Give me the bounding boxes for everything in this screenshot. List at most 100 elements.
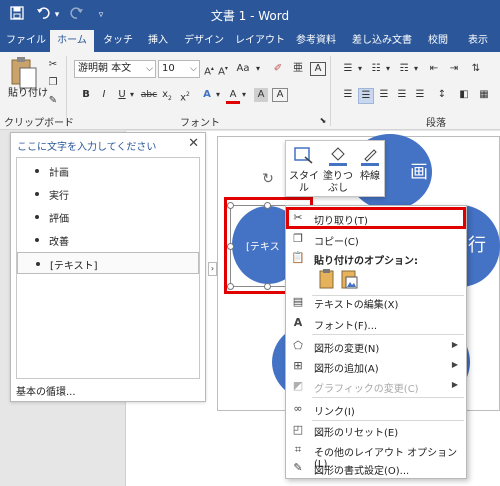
bullet-icon (36, 262, 40, 266)
font-group-label: フォント (180, 118, 220, 129)
line-spacing-icon[interactable]: ↕ (434, 88, 450, 102)
cut-icon[interactable]: ✂ (46, 58, 60, 72)
menu-item-edit-text[interactable]: ▤ テキストの編集(X) (286, 292, 466, 312)
shape-outline-label: 枠線 (360, 171, 380, 182)
sort-icon[interactable]: ⇅ (468, 62, 484, 76)
menu-separator (312, 397, 464, 398)
text-pane-toggle-icon[interactable]: › (208, 262, 217, 276)
menu-item-label: フォント(F)... (314, 321, 378, 332)
context-menu: ✂ 切り取り(T) ❐ コピー(C) 📋 貼り付けのオプション: ▤ テキストの… (285, 205, 467, 479)
chevron-down-icon[interactable]: ▾ (128, 88, 136, 102)
tab-file[interactable]: ファイル (4, 30, 48, 52)
shape-fill-label: 塗りつぶし (322, 171, 354, 194)
list-item-selected[interactable]: [テキスト] (17, 252, 199, 274)
paste-keep-formatting-icon[interactable] (318, 268, 336, 289)
close-icon[interactable]: ✕ (188, 136, 199, 151)
copy-icon[interactable]: ❐ (46, 76, 60, 90)
shape-style-button[interactable]: スタイル (288, 145, 320, 194)
menu-item-change-shape[interactable]: ⬠ 図形の変更(N) ▶ (286, 336, 466, 356)
menu-item-add-shape[interactable]: ⊞ 図形の追加(A) ▶ (286, 356, 466, 376)
chevron-down-icon[interactable]: ▾ (412, 62, 420, 76)
tab-mailings[interactable]: 差し込み文書 (344, 30, 420, 52)
font-size-combo[interactable]: 10 ⌵ (158, 60, 200, 78)
underline-icon[interactable]: U (116, 88, 128, 102)
menu-item-label: コピー(C) (314, 237, 359, 248)
tab-view[interactable]: 表示 (458, 30, 498, 52)
menu-item-format-shape[interactable]: ✎ 図形の書式設定(O)... (286, 458, 466, 478)
rotate-handle-icon[interactable]: ↻ (260, 172, 276, 186)
paste-picture-icon[interactable] (340, 268, 358, 289)
menu-item-copy[interactable]: ❐ コピー(C) (286, 229, 466, 249)
menu-item-reset-shape[interactable]: ◰ 図形のリセット(E) (286, 420, 466, 440)
paragraph-group-label: 段落 (426, 118, 446, 129)
shrink-font-icon[interactable]: A▾ (216, 62, 230, 79)
layout-description-link[interactable]: 基本の循環... (16, 383, 200, 399)
menu-item-link[interactable]: ∞ リンク(I) (286, 399, 466, 419)
phonetic-guide-icon[interactable]: 亜 (290, 62, 306, 76)
tab-layout[interactable]: レイアウト (232, 30, 288, 52)
font-dialog-launcher-icon[interactable]: ⬊ (318, 114, 328, 128)
subscript-icon[interactable]: x2 (160, 88, 174, 106)
grow-font-icon[interactable]: A▴ (202, 62, 216, 79)
shape-outline-button[interactable]: 枠線 (354, 145, 386, 193)
chevron-down-icon[interactable]: ▾ (384, 62, 392, 76)
tab-review[interactable]: 校閲 (420, 30, 456, 52)
font-color-icon[interactable]: A (226, 88, 240, 104)
smartart-circle-right-text: 行 (468, 235, 486, 256)
align-left-icon[interactable]: ☰ (340, 88, 356, 102)
shading-icon[interactable]: ◧ (456, 88, 472, 102)
bullet-icon (35, 169, 39, 173)
menu-item-label: 図形の書式設定(O)... (314, 466, 410, 477)
bullets-icon[interactable]: ☰ (340, 62, 356, 76)
ribbon-tabs: ファイル ホーム タッチ 挿入 デザイン レイアウト 参考資料 差し込み文書 校… (0, 30, 500, 52)
list-item[interactable]: 改善 (17, 229, 199, 251)
strikethrough-icon[interactable]: abc (140, 88, 158, 102)
chevron-down-icon[interactable]: ▾ (356, 62, 364, 76)
tab-touch[interactable]: タッチ (98, 30, 138, 52)
tab-references[interactable]: 参考資料 (290, 30, 342, 52)
chevron-down-icon[interactable]: ▾ (214, 88, 222, 102)
enclose-characters-icon[interactable]: A (310, 62, 326, 76)
distributed-icon[interactable]: ☰ (412, 88, 428, 102)
list-item[interactable]: 計画 (17, 160, 199, 182)
numbering-icon[interactable]: ☷ (368, 62, 384, 76)
window-title: 文書 1 - Word (210, 9, 290, 23)
tab-design[interactable]: デザイン (178, 30, 230, 52)
shape-fill-button[interactable]: 塗りつぶし (322, 145, 354, 194)
text-effects-icon[interactable]: A (200, 88, 214, 102)
paste-button[interactable]: 貼り付け (8, 84, 48, 99)
align-right-icon[interactable]: ☰ (376, 88, 392, 102)
chevron-down-icon[interactable]: ▾ (240, 88, 248, 102)
align-center-icon[interactable]: ☰ (358, 88, 374, 104)
paste-icon: 📋 (291, 251, 305, 264)
format-painter-icon[interactable]: ✎ (46, 94, 60, 108)
multilevel-list-icon[interactable]: ☶ (396, 62, 412, 76)
bold-icon[interactable]: B (80, 88, 92, 102)
borders-icon[interactable]: ▦ (476, 88, 492, 102)
font-size-value: 10 (162, 63, 175, 74)
menu-item-label: グラフィックの変更(C) (314, 384, 419, 395)
increase-indent-icon[interactable]: ⇥ (446, 62, 462, 76)
menu-item-font[interactable]: A フォント(F)... (286, 313, 466, 333)
tab-home[interactable]: ホーム (50, 30, 94, 52)
text-pane-header: ここに文字を入力してください ✕ (11, 133, 205, 155)
list-item[interactable]: 実行 (17, 183, 199, 205)
decrease-indent-icon[interactable]: ⇤ (426, 62, 442, 76)
chevron-down-icon[interactable]: ▾ (254, 62, 262, 76)
superscript-icon[interactable]: x2 (178, 88, 192, 105)
menu-item-layout-options[interactable]: ⌗ その他のレイアウト オプション(L)... (286, 440, 466, 470)
font-name-combo[interactable]: 游明朝 本文 ⌵ (74, 60, 156, 78)
smartart-circle-top-text: 画 (410, 162, 428, 183)
change-case-icon[interactable]: Aa (234, 62, 252, 76)
clear-formatting-icon[interactable]: ✐ (270, 62, 286, 76)
list-item[interactable]: 評価 (17, 206, 199, 228)
character-shading-icon[interactable]: A (254, 88, 268, 102)
italic-icon[interactable]: I (98, 88, 110, 102)
character-border-icon[interactable]: A (272, 88, 288, 102)
tab-insert[interactable]: 挿入 (140, 30, 176, 52)
menu-item-change-graphic[interactable]: ◩ グラフィックの変更(C) ▶ (286, 376, 466, 396)
menu-item-paste-options: 📋 貼り付けのオプション: (286, 248, 466, 268)
submenu-arrow-icon: ▶ (451, 340, 458, 349)
justify-icon[interactable]: ☰ (394, 88, 410, 102)
menu-item-label: テキストの編集(X) (314, 300, 399, 311)
